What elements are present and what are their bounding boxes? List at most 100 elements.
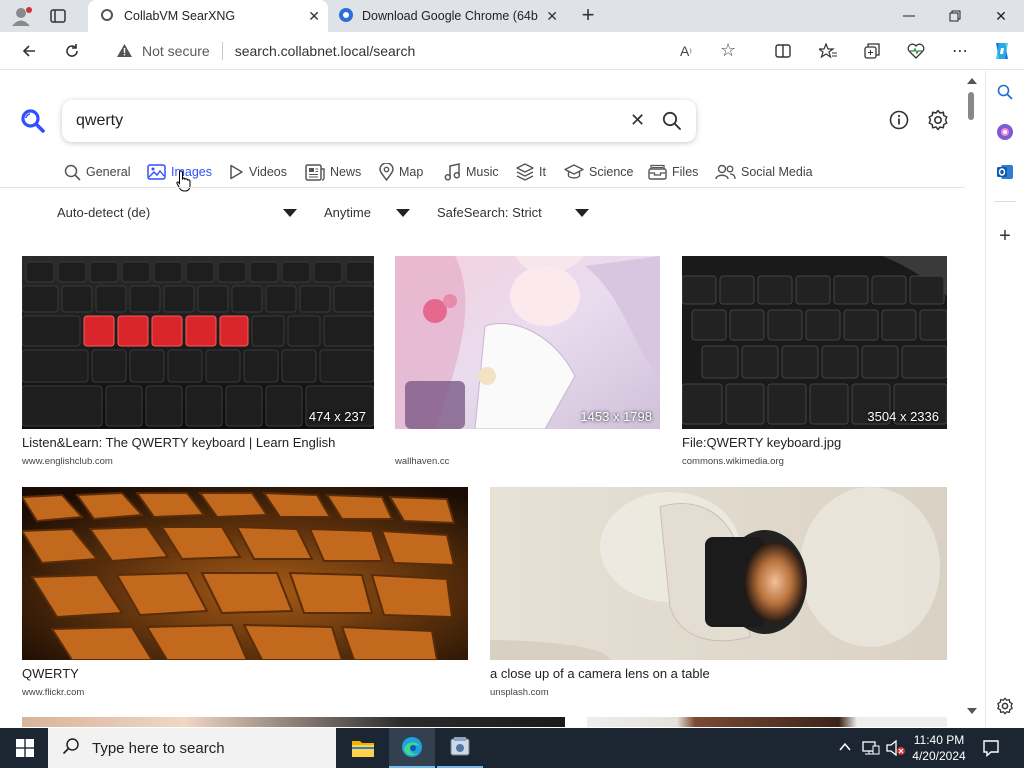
category-it[interactable]: It	[516, 162, 546, 182]
sidebar-search-icon[interactable]	[994, 81, 1016, 103]
image-dimensions: 1453 x 1798	[580, 409, 652, 424]
settings-gear-icon[interactable]	[927, 109, 949, 136]
result-thumbnail[interactable]: 474 x 237	[22, 256, 374, 429]
refresh-button[interactable]	[57, 37, 87, 65]
image-dimensions: 3504 x 2336	[867, 409, 939, 424]
search-submit-icon[interactable]	[662, 111, 682, 136]
favorite-star-icon[interactable]: ☆	[720, 40, 736, 61]
result-source[interactable]: wallhaven.cc	[395, 456, 449, 467]
edge-sidebar: +	[985, 71, 1024, 727]
result-thumbnail-partial[interactable]	[22, 717, 565, 727]
restore-button[interactable]	[932, 0, 978, 32]
category-science[interactable]: Science	[564, 162, 633, 182]
time-chevron-down-icon[interactable]	[396, 209, 410, 217]
close-window-button[interactable]: ✕	[978, 0, 1024, 32]
warning-icon[interactable]	[116, 43, 133, 61]
notification-icon[interactable]	[982, 739, 1000, 762]
result-title[interactable]: Listen&Learn: The QWERTY keyboard | Lear…	[22, 435, 335, 450]
new-tab-button[interactable]: +	[576, 4, 600, 28]
category-music[interactable]: Music	[444, 162, 499, 182]
language-filter[interactable]: Auto-detect (de)	[57, 205, 302, 223]
result-source[interactable]: commons.wikimedia.org	[682, 456, 784, 467]
windows-taskbar: Type here to search 11:40 PM 4/20/2024	[0, 728, 1024, 768]
category-label: Videos	[249, 165, 287, 179]
result-thumbnail[interactable]	[490, 487, 947, 660]
result-source[interactable]: unsplash.com	[490, 687, 549, 698]
clock-date: 4/20/2024	[912, 749, 966, 763]
category-label: Social Media	[741, 165, 813, 179]
taskbar-search[interactable]: Type here to search	[48, 728, 336, 768]
sidebar-add-icon[interactable]: +	[994, 225, 1016, 247]
network-icon[interactable]	[862, 740, 880, 761]
newspaper-icon	[305, 163, 325, 181]
app-taskbar-icon[interactable]	[437, 728, 483, 768]
file-explorer-icon[interactable]	[340, 728, 386, 768]
category-news[interactable]: News	[305, 162, 361, 182]
result-thumbnail-partial[interactable]	[587, 717, 947, 727]
search-icon	[62, 737, 80, 760]
category-files[interactable]: Files	[648, 162, 698, 182]
security-label[interactable]: Not secure	[142, 43, 210, 59]
minimize-button[interactable]	[886, 0, 932, 32]
scroll-thumb[interactable]	[968, 92, 974, 120]
profile-icon[interactable]	[10, 6, 34, 26]
result-thumbnail[interactable]: 1453 x 1798	[395, 256, 660, 429]
category-social-media[interactable]: Social Media	[715, 162, 813, 182]
people-icon	[715, 164, 736, 180]
safesearch-filter[interactable]: SafeSearch: Strict	[437, 205, 597, 223]
language-chevron-down-icon[interactable]	[283, 209, 297, 217]
search-box: ✕	[62, 100, 696, 142]
close-tab-icon[interactable]: ✕	[546, 8, 558, 25]
split-screen-icon[interactable]	[768, 37, 798, 65]
scroll-down-arrow-icon[interactable]	[967, 708, 977, 714]
taskbar-clock[interactable]: 11:40 PM 4/20/2024	[906, 732, 972, 764]
more-menu-icon[interactable]: ⋯	[945, 37, 975, 65]
outlook-icon[interactable]	[994, 161, 1016, 183]
page-scrollbar[interactable]	[964, 78, 978, 718]
result-thumbnail[interactable]	[22, 487, 468, 660]
edge-favicon	[338, 7, 354, 26]
scroll-up-arrow-icon[interactable]	[967, 78, 977, 84]
category-label: News	[330, 165, 362, 179]
sidebar-settings-icon[interactable]	[994, 695, 1016, 717]
browser-essentials-icon[interactable]	[901, 37, 931, 65]
close-tab-icon[interactable]: ✕	[308, 8, 320, 25]
search-icon	[64, 164, 81, 181]
category-label: Science	[589, 165, 634, 179]
category-label: General	[86, 165, 131, 179]
result-title[interactable]: File:QWERTY keyboard.jpg	[682, 435, 841, 450]
result-thumbnail[interactable]: 3504 x 2336	[682, 256, 947, 429]
collections-icon[interactable]	[857, 37, 887, 65]
searxng-logo-icon[interactable]	[20, 108, 46, 139]
search-input[interactable]	[76, 110, 616, 132]
result-title[interactable]: a close up of a camera lens on a table	[490, 666, 710, 681]
category-general[interactable]: General	[64, 162, 130, 182]
category-map[interactable]: Map	[379, 162, 423, 182]
result-title[interactable]: QWERTY	[22, 666, 79, 681]
music-note-icon	[444, 163, 461, 181]
chevron-up-icon[interactable]	[838, 740, 852, 759]
result-source[interactable]: www.flickr.com	[22, 687, 84, 698]
back-button[interactable]	[14, 37, 44, 65]
clear-search-icon[interactable]: ✕	[630, 110, 645, 131]
volume-muted-icon[interactable]	[886, 739, 906, 761]
favorites-icon[interactable]	[813, 37, 843, 65]
info-icon[interactable]	[889, 110, 909, 135]
category-label: Files	[672, 165, 699, 179]
safesearch-chevron-down-icon[interactable]	[575, 209, 589, 217]
windows-start-icon[interactable]	[2, 728, 48, 768]
tab-actions-icon[interactable]	[50, 8, 68, 24]
tab-searxng[interactable]: CollabVM SearXNG ✕	[88, 0, 328, 32]
category-label: Map	[399, 165, 424, 179]
result-source[interactable]: www.englishclub.com	[22, 456, 113, 467]
tab-chrome-download[interactable]: Download Google Chrome (64bit ✕	[330, 0, 566, 32]
language-value: Auto-detect (de)	[57, 205, 151, 220]
searxng-favicon	[100, 8, 114, 25]
url-text[interactable]: search.collabnet.local/search	[235, 43, 416, 59]
copilot-icon[interactable]	[987, 37, 1017, 65]
address-bar[interactable]: Not secure search.collabnet.local/search…	[100, 36, 754, 66]
read-aloud-icon[interactable]: A⁾	[680, 43, 692, 59]
category-videos[interactable]: Videos	[229, 162, 287, 182]
sidebar-copilot-icon[interactable]	[994, 121, 1016, 143]
edge-taskbar-icon[interactable]	[389, 728, 435, 768]
